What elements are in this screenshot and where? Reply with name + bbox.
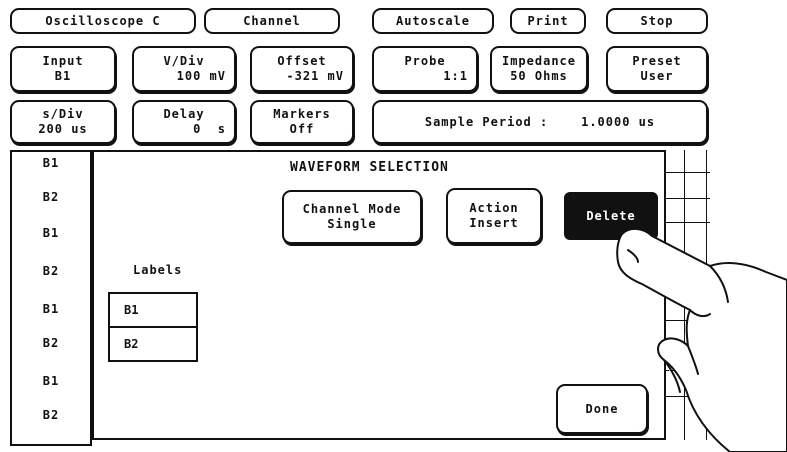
label-item-text: B2 xyxy=(124,337,139,351)
impedance-value: 50 Ohms xyxy=(510,69,568,83)
markers-field[interactable]: Markers Off xyxy=(250,100,354,144)
sidebar-item[interactable]: B2 xyxy=(12,408,90,422)
action-button[interactable]: Action Insert xyxy=(446,188,542,244)
labels-heading: Labels xyxy=(133,263,183,277)
delay-field[interactable]: Delay 0 s xyxy=(132,100,236,144)
sample-period-display: Sample Period : 1.0000 us xyxy=(372,100,708,144)
autoscale-button[interactable]: Autoscale xyxy=(372,8,494,34)
input-field[interactable]: Input B1 xyxy=(10,46,116,92)
markers-label: Markers xyxy=(273,107,331,121)
stop-label: Stop xyxy=(640,13,674,28)
channel-mode-button[interactable]: Channel Mode Single xyxy=(282,190,422,244)
input-value: B1 xyxy=(54,69,72,83)
label-item[interactable]: B2 xyxy=(108,326,198,362)
sidebar-item[interactable]: B1 xyxy=(12,156,90,170)
sidebar-item[interactable]: B2 xyxy=(12,264,90,278)
offset-label: Offset xyxy=(277,54,327,68)
impedance-field[interactable]: Impedance 50 Ohms xyxy=(490,46,588,92)
probe-value: 1:1 xyxy=(443,69,468,83)
label-item-text: B1 xyxy=(124,303,139,317)
offset-value: -321 mV xyxy=(286,69,344,83)
s-div-field[interactable]: s/Div 200 us xyxy=(10,100,116,144)
channel-menu-button[interactable]: Channel xyxy=(204,8,340,34)
channel-label: Channel xyxy=(243,13,301,28)
waveform-selection-title: WAVEFORM SELECTION xyxy=(290,160,449,175)
preset-field[interactable]: Preset User xyxy=(606,46,708,92)
impedance-label: Impedance xyxy=(501,54,577,68)
offset-field[interactable]: Offset -321 mV xyxy=(250,46,354,92)
sidebar-item[interactable]: B2 xyxy=(12,190,90,204)
oscilloscope-label: Oscilloscope C xyxy=(45,13,161,28)
sidebar-item[interactable]: B1 xyxy=(12,374,90,388)
delay-value: 0 s xyxy=(193,122,226,136)
delay-label: Delay xyxy=(163,107,205,121)
channel-mode-label: Channel Mode xyxy=(302,202,402,216)
s-div-value: 200 us xyxy=(38,122,88,136)
probe-field[interactable]: Probe 1:1 xyxy=(372,46,478,92)
markers-value: Off xyxy=(289,122,315,136)
sidebar-item[interactable]: B2 xyxy=(12,336,90,350)
print-button[interactable]: Print xyxy=(510,8,586,34)
print-label: Print xyxy=(527,13,569,28)
sidebar-item[interactable]: B1 xyxy=(12,302,90,316)
stop-button[interactable]: Stop xyxy=(606,8,708,34)
preset-label: Preset xyxy=(632,54,682,68)
v-div-value: 100 mV xyxy=(176,69,226,83)
action-value: Insert xyxy=(469,216,519,230)
v-div-label: V/Div xyxy=(163,54,205,68)
sidebar-item[interactable]: B1 xyxy=(12,226,90,240)
label-item[interactable]: B1 xyxy=(108,292,198,328)
probe-label: Probe xyxy=(404,54,446,68)
autoscale-label: Autoscale xyxy=(395,13,471,28)
preset-value: User xyxy=(640,69,674,83)
channel-list-sidebar: B1 B2 B1 B2 B1 B2 B1 B2 xyxy=(10,150,92,446)
oscilloscope-menu-button[interactable]: Oscilloscope C xyxy=(10,8,196,34)
v-div-field[interactable]: V/Div 100 mV xyxy=(132,46,236,92)
sample-period-text: Sample Period : 1.0000 us xyxy=(424,114,656,129)
s-div-label: s/Div xyxy=(42,107,84,121)
action-label: Action xyxy=(469,201,519,215)
channel-mode-value: Single xyxy=(327,217,377,231)
pointing-hand-illustration xyxy=(616,228,787,452)
input-label: Input xyxy=(42,54,84,68)
